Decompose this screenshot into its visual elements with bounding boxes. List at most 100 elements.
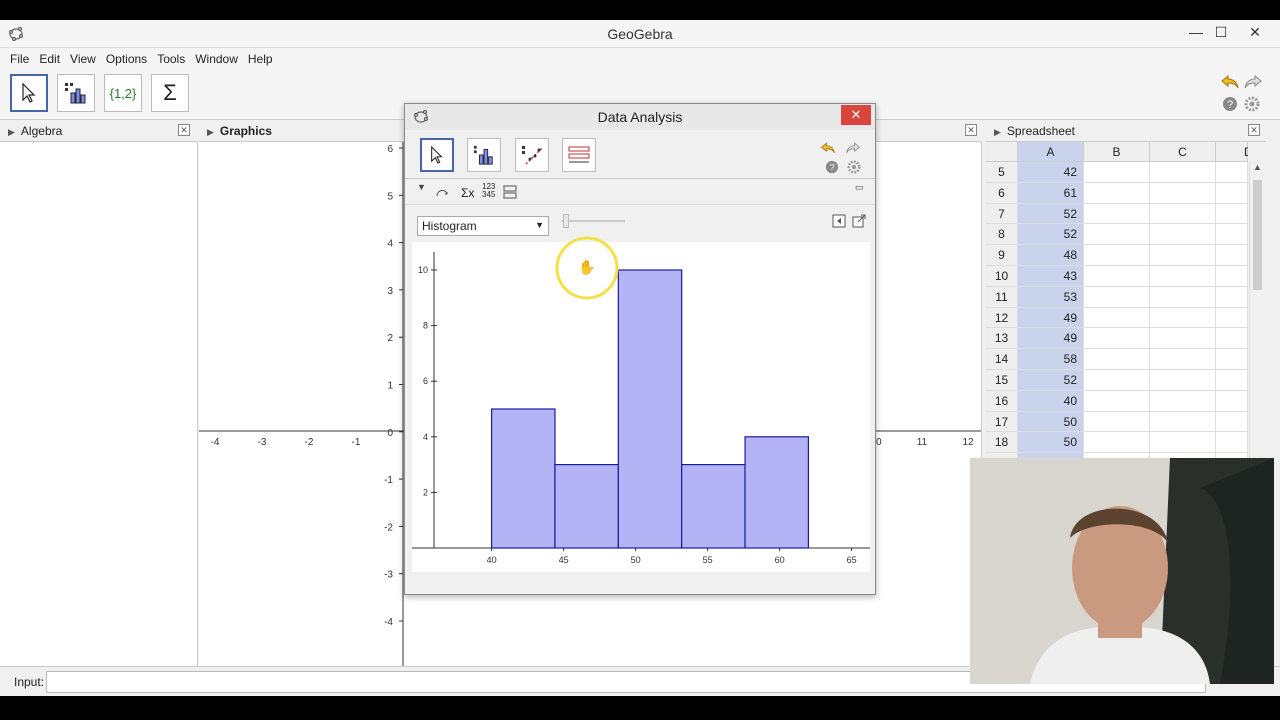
data-view-toggle[interactable]: 123 345	[482, 183, 495, 199]
cell-a[interactable]: 50	[1018, 432, 1084, 453]
cell-a[interactable]: 58	[1018, 349, 1084, 369]
cell-d[interactable]	[1216, 369, 1248, 390]
spreadsheet-panel-header[interactable]: ▶ Spreadsheet ✕	[986, 120, 1266, 142]
cell-b[interactable]	[1084, 224, 1150, 245]
cell-d[interactable]	[1216, 162, 1248, 182]
cell-a[interactable]: 52	[1018, 224, 1084, 245]
settings-gear-icon[interactable]	[847, 160, 861, 174]
close-graphics-button[interactable]: ✕	[965, 124, 977, 136]
menu-file[interactable]: File	[5, 48, 34, 66]
dialog-move-tool-button[interactable]	[420, 138, 454, 172]
help-icon[interactable]: ?	[1222, 96, 1238, 112]
cell-c[interactable]	[1150, 286, 1216, 307]
cell-b[interactable]	[1084, 432, 1150, 453]
redo-icon[interactable]	[1243, 74, 1263, 90]
options-panel-icon[interactable]	[832, 214, 846, 228]
cell-a[interactable]: 61	[1018, 182, 1084, 203]
cell-b[interactable]	[1084, 245, 1150, 265]
cell-b[interactable]	[1084, 265, 1150, 286]
cell-a[interactable]: 53	[1018, 286, 1084, 307]
multi-variable-analysis-button[interactable]	[562, 138, 596, 172]
spreadsheet-scrollbar[interactable]: ▲	[1249, 162, 1264, 462]
cell-c[interactable]	[1150, 203, 1216, 224]
cell-c[interactable]	[1150, 369, 1216, 390]
algebra-view[interactable]	[0, 142, 198, 666]
close-window-button[interactable]: ✕	[1245, 24, 1265, 41]
cell-d[interactable]	[1216, 245, 1248, 265]
expand-arrow-icon[interactable]: ▶	[994, 127, 1001, 137]
cell-b[interactable]	[1084, 349, 1150, 369]
cell-d[interactable]	[1216, 390, 1248, 411]
sum-tool-button[interactable]: Σ	[151, 74, 189, 112]
cell-c[interactable]	[1150, 245, 1216, 265]
second-plot-icon[interactable]	[503, 185, 517, 199]
cell-c[interactable]	[1150, 224, 1216, 245]
algebra-panel-header[interactable]: ▶ Algebra ✕	[0, 120, 198, 142]
cell-a[interactable]: 52	[1018, 203, 1084, 224]
scrollbar-thumb[interactable]	[1253, 180, 1262, 290]
cell-d[interactable]	[1216, 411, 1248, 432]
histogram-plot[interactable]: 2 4 6 8 10 40 45 50 55 60 65	[412, 242, 870, 572]
menu-view[interactable]: View	[65, 48, 101, 66]
cell-a[interactable]: 49	[1018, 307, 1084, 328]
column-header-a[interactable]: A	[1018, 142, 1084, 161]
close-algebra-button[interactable]: ✕	[178, 124, 190, 136]
scroll-up-arrow-icon[interactable]: ▲	[1253, 162, 1262, 172]
cell-c[interactable]	[1150, 328, 1216, 349]
cell-c[interactable]	[1150, 182, 1216, 203]
close-dialog-button[interactable]: ✕	[841, 105, 871, 125]
move-tool-button[interactable]	[10, 74, 48, 112]
column-header-b[interactable]: B	[1084, 142, 1150, 161]
data-source-icon[interactable]	[435, 186, 449, 200]
cell-b[interactable]	[1084, 286, 1150, 307]
cell-d[interactable]	[1216, 203, 1248, 224]
histogram-tool-button[interactable]	[57, 74, 95, 112]
menu-options[interactable]: Options	[101, 48, 152, 66]
undo-icon[interactable]	[820, 140, 836, 156]
cell-a[interactable]: 52	[1018, 369, 1084, 390]
cell-c[interactable]	[1150, 390, 1216, 411]
cell-a[interactable]: 49	[1018, 328, 1084, 349]
menu-tools[interactable]: Tools	[152, 48, 190, 66]
slider-handle[interactable]	[563, 214, 569, 228]
cell-b[interactable]	[1084, 369, 1150, 390]
cell-d[interactable]	[1216, 224, 1248, 245]
menu-help[interactable]: Help	[243, 48, 278, 66]
cell-a[interactable]: 50	[1018, 411, 1084, 432]
slider-track[interactable]	[561, 220, 625, 222]
cell-d[interactable]	[1216, 307, 1248, 328]
cell-b[interactable]	[1084, 203, 1150, 224]
column-header-d[interactable]: D	[1216, 142, 1248, 161]
cell-c[interactable]	[1150, 432, 1216, 453]
collapse-triangle-icon[interactable]: ▼	[417, 182, 426, 192]
cell-c[interactable]	[1150, 307, 1216, 328]
help-icon[interactable]: ?	[825, 160, 839, 174]
cell-d[interactable]	[1216, 286, 1248, 307]
cell-a[interactable]: 42	[1018, 162, 1084, 182]
cell-d[interactable]	[1216, 432, 1248, 453]
cell-d[interactable]	[1216, 328, 1248, 349]
close-spreadsheet-button[interactable]: ✕	[1248, 124, 1260, 136]
cell-c[interactable]	[1150, 411, 1216, 432]
two-variable-regression-button[interactable]	[515, 138, 549, 172]
menu-window[interactable]: Window	[190, 48, 243, 66]
spreadsheet-grid[interactable]: A B C D 54266175285294810431153124913491…	[986, 142, 1248, 462]
cell-c[interactable]	[1150, 162, 1216, 182]
redo-icon[interactable]	[845, 140, 861, 156]
cell-b[interactable]	[1084, 390, 1150, 411]
cell-a[interactable]: 40	[1018, 390, 1084, 411]
cell-a[interactable]: 48	[1018, 245, 1084, 265]
cell-b[interactable]	[1084, 182, 1150, 203]
cell-b[interactable]	[1084, 411, 1150, 432]
export-icon[interactable]	[852, 214, 866, 228]
cell-d[interactable]	[1216, 349, 1248, 369]
undo-icon[interactable]	[1220, 74, 1240, 90]
cell-c[interactable]	[1150, 349, 1216, 369]
one-variable-analysis-button[interactable]	[467, 138, 501, 172]
cell-d[interactable]	[1216, 182, 1248, 203]
panel-options-icon[interactable]: ▭	[855, 182, 864, 193]
list-tool-button[interactable]: {1,2}	[104, 74, 142, 112]
cell-b[interactable]	[1084, 328, 1150, 349]
maximize-button[interactable]: ☐	[1211, 24, 1231, 41]
plot-type-select[interactable]: Histogram ▼	[417, 216, 549, 236]
